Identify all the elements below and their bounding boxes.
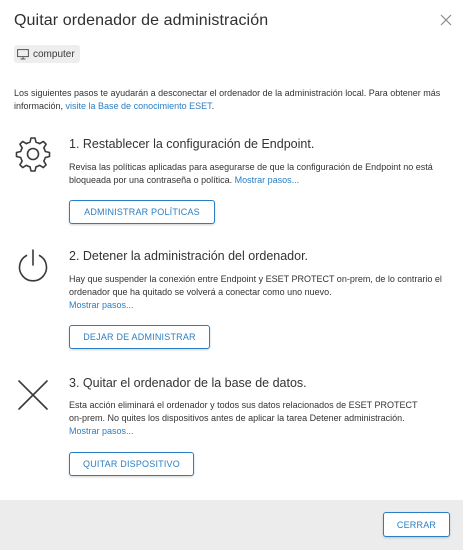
step-3-description: Esta acción eliminará el ordenador y tod…	[69, 399, 419, 438]
step-1-description: Revisa las políticas aplicadas para aseg…	[69, 161, 454, 187]
power-icon	[18, 249, 48, 282]
dialog-title: Quitar ordenador de administración	[14, 12, 269, 29]
close-icon[interactable]	[438, 12, 454, 28]
intro-text: Los siguientes pasos te ayudarán a desco…	[14, 87, 444, 113]
intro-end: .	[211, 101, 215, 111]
monitor-icon	[17, 48, 29, 59]
step-3-text: Esta acción eliminará el ordenador y tod…	[69, 400, 418, 423]
x-icon	[18, 380, 48, 410]
step-1-show-steps-link[interactable]: Mostrar pasos...	[235, 175, 300, 185]
remove-device-button[interactable]: QUITAR DISPOSITIVO	[69, 452, 194, 476]
manage-policies-button[interactable]: ADMINISTRAR POLÍTICAS	[69, 200, 215, 224]
step-2-description: Hay que suspender la conexión entre Endp…	[69, 273, 454, 312]
gear-icon	[15, 137, 51, 172]
step-3-show-steps-link[interactable]: Mostrar pasos...	[69, 426, 134, 436]
dialog-footer: CERRAR	[0, 500, 463, 550]
step-2-heading: 2. Detener la administración del ordenad…	[69, 249, 309, 263]
step-3-heading: 3. Quitar el ordenador de la base de dat…	[69, 376, 307, 390]
step-2-text: Hay que suspender la conexión entre Endp…	[69, 274, 442, 297]
step-1-heading: 1. Restablecer la configuración de Endpo…	[69, 137, 315, 151]
knowledge-base-link[interactable]: visite la Base de conocimiento ESET	[66, 101, 212, 111]
stop-managing-button[interactable]: DEJAR DE ADMINISTRAR	[69, 325, 210, 349]
step-2-show-steps-link[interactable]: Mostrar pasos...	[69, 300, 134, 310]
computer-tag: computer	[14, 45, 80, 63]
close-button[interactable]: CERRAR	[383, 512, 450, 537]
computer-tag-label: computer	[33, 48, 75, 60]
remove-computer-dialog: Quitar ordenador de administración compu…	[0, 0, 463, 550]
